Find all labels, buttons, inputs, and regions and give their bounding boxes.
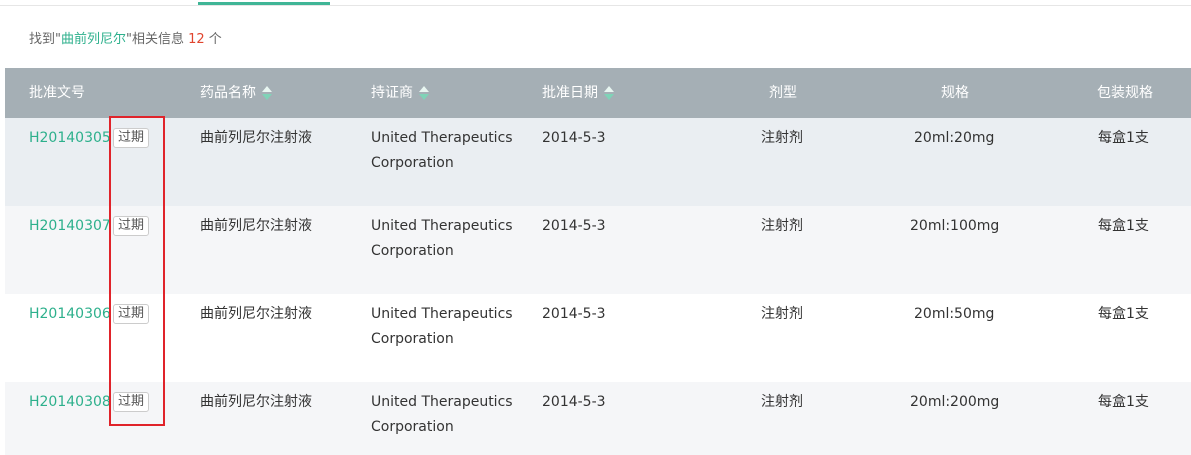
header-code-label: 批准文号 (29, 85, 85, 101)
holder-name: United Therapeutics Corporation (371, 394, 513, 435)
package-spec: 每盒1支 (1098, 218, 1149, 234)
dosage-form: 注射剂 (761, 218, 803, 234)
specification: 20ml:200mg (910, 394, 1000, 410)
approval-date: 2014-5-3 (542, 306, 606, 322)
table-header: 批准文号 药品名称 持证商 批准日期 剂型 规格 包装规格 (5, 68, 1191, 118)
search-results-page: 找到"曲前列尼尔"相关信息 12 个 批准文号 药品名称 持证商 批准日期 剂型… (0, 0, 1191, 455)
drug-name: 曲前列尼尔注射液 (200, 394, 312, 410)
summary-keyword: 曲前列尼尔 (60, 32, 126, 47)
header-holder[interactable]: 持证商 (371, 68, 429, 118)
header-form-label: 剂型 (769, 85, 797, 101)
table-row: H20140306 过期 曲前列尼尔注射液 United Therapeutic… (5, 294, 1191, 382)
approval-date: 2014-5-3 (542, 130, 606, 146)
package-spec: 每盒1支 (1098, 130, 1149, 146)
holder-name: United Therapeutics Corporation (371, 130, 513, 171)
approval-date: 2014-5-3 (542, 394, 606, 410)
summary-suffix: 个 (204, 32, 222, 47)
summary-prefix: 找到" (29, 32, 61, 47)
header-code: 批准文号 (29, 68, 85, 118)
table-row: H20140307 过期 曲前列尼尔注射液 United Therapeutic… (5, 206, 1191, 294)
summary-middle: "相关信息 (126, 32, 189, 47)
holder-name: United Therapeutics Corporation (371, 218, 513, 259)
approval-code-link[interactable]: H20140305 (29, 126, 111, 151)
dosage-form: 注射剂 (761, 130, 803, 146)
approval-date: 2014-5-3 (542, 218, 606, 234)
header-holder-label: 持证商 (371, 85, 413, 101)
package-spec: 每盒1支 (1098, 306, 1149, 322)
holder-name: United Therapeutics Corporation (371, 306, 513, 347)
drug-name: 曲前列尼尔注射液 (200, 130, 312, 146)
sort-icon[interactable] (262, 86, 272, 100)
sort-icon[interactable] (604, 86, 614, 100)
header-name-label: 药品名称 (200, 85, 256, 101)
specification: 20ml:50mg (914, 306, 995, 322)
header-pack-label: 包装规格 (1097, 85, 1153, 101)
header-form: 剂型 (769, 68, 797, 118)
results-table: 批准文号 药品名称 持证商 批准日期 剂型 规格 包装规格 H20140305 (5, 68, 1191, 455)
header-spec: 规格 (941, 68, 969, 118)
table-row: H20140308 过期 曲前列尼尔注射液 United Therapeutic… (5, 382, 1191, 455)
header-date[interactable]: 批准日期 (542, 68, 614, 118)
dosage-form: 注射剂 (761, 306, 803, 322)
table-row: H20140305 过期 曲前列尼尔注射液 United Therapeutic… (5, 118, 1191, 206)
package-spec: 每盒1支 (1098, 394, 1149, 410)
status-highlight-box (109, 116, 165, 426)
header-name[interactable]: 药品名称 (200, 68, 272, 118)
approval-code-link[interactable]: H20140306 (29, 302, 111, 327)
result-summary: 找到"曲前列尼尔"相关信息 12 个 (29, 28, 222, 47)
active-tab-indicator (198, 2, 330, 5)
header-pack: 包装规格 (1097, 68, 1153, 118)
approval-code-link[interactable]: H20140307 (29, 214, 111, 239)
approval-code-link[interactable]: H20140308 (29, 390, 111, 415)
specification: 20ml:100mg (910, 218, 1000, 234)
sort-icon[interactable] (419, 86, 429, 100)
drug-name: 曲前列尼尔注射液 (200, 306, 312, 322)
specification: 20ml:20mg (914, 130, 995, 146)
header-spec-label: 规格 (941, 85, 969, 101)
result-count: 12 (188, 32, 205, 47)
tab-strip (0, 0, 1191, 6)
drug-name: 曲前列尼尔注射液 (200, 218, 312, 234)
header-date-label: 批准日期 (542, 85, 598, 101)
dosage-form: 注射剂 (761, 394, 803, 410)
